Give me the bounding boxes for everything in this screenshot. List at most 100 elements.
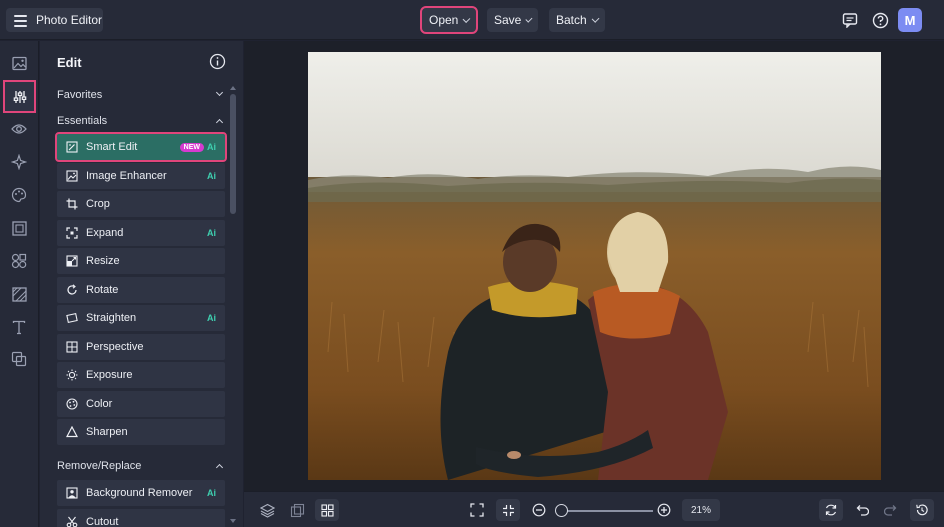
panel-scrollbar[interactable]	[230, 94, 236, 214]
chevron-down-icon	[525, 15, 533, 22]
undo-icon[interactable]	[850, 499, 872, 521]
sliders-icon[interactable]	[3, 80, 36, 113]
chevron-up-icon	[215, 118, 224, 127]
open-button[interactable]: Open	[420, 6, 478, 34]
batch-label: Batch	[556, 13, 587, 27]
batch-button[interactable]: Batch	[549, 8, 605, 32]
help-icon[interactable]	[869, 9, 891, 31]
cutout-icon	[66, 516, 78, 527]
history-button[interactable]	[910, 499, 934, 521]
tool-cutout[interactable]: Cutout	[57, 509, 225, 527]
chevron-down-icon	[462, 14, 471, 23]
palette-icon[interactable]	[8, 184, 30, 206]
overlay-icon[interactable]	[8, 348, 30, 370]
tool-label: Color	[86, 398, 113, 410]
tool-label: Exposure	[86, 369, 133, 381]
sparkle-icon[interactable]	[8, 151, 30, 173]
image-icon[interactable]	[8, 52, 30, 74]
tool-label: Rotate	[86, 284, 119, 296]
redo-icon[interactable]	[880, 499, 902, 521]
tool-crop[interactable]: Crop	[57, 191, 225, 217]
crop-icon	[66, 198, 78, 210]
remove-replace-label: Remove/Replace	[57, 460, 142, 472]
tool-smart-edit[interactable]: Smart Edit NEW Ai	[55, 132, 227, 162]
tool-label: Expand	[86, 227, 124, 239]
tool-exposure[interactable]: Exposure	[57, 362, 225, 388]
zoom-level-readout[interactable]: 21%	[682, 499, 720, 521]
tool-label: Crop	[86, 198, 110, 210]
save-button[interactable]: Save	[487, 8, 538, 32]
background-remover-icon	[66, 487, 78, 499]
tool-sharpen[interactable]: Sharpen	[57, 419, 225, 445]
ai-badge: Ai	[207, 313, 216, 323]
tool-label: Smart Edit	[86, 141, 138, 153]
tool-category-rail	[0, 41, 39, 527]
grid-icon	[320, 503, 334, 517]
history-icon	[916, 504, 928, 516]
tool-background-remover[interactable]: Background Remover Ai	[57, 480, 225, 506]
compare-icon[interactable]	[286, 499, 308, 521]
photo-canvas[interactable]	[308, 52, 881, 480]
chevron-down-icon	[215, 88, 224, 97]
bottom-toolbar: 21%	[244, 491, 944, 527]
tool-expand[interactable]: Expand Ai	[57, 220, 225, 246]
favorites-label: Favorites	[57, 89, 103, 101]
sharpen-icon	[66, 426, 78, 438]
layers-icon[interactable]	[256, 499, 278, 521]
tool-color[interactable]: Color	[57, 391, 225, 417]
zoom-slider-handle[interactable]	[555, 504, 568, 517]
tool-resize[interactable]: Resize	[57, 248, 225, 274]
tool-image-enhancer[interactable]: Image Enhancer Ai	[57, 163, 225, 189]
ai-badge: Ai	[207, 228, 216, 238]
text-icon[interactable]	[8, 316, 30, 338]
ai-badge: Ai	[207, 171, 216, 181]
texture-icon[interactable]	[8, 283, 30, 305]
photo-editor-app: Photo Editor Open Save Batch M Edit Favo…	[0, 0, 944, 527]
resize-icon	[66, 255, 78, 267]
tool-label: Image Enhancer	[86, 170, 167, 182]
edit-panel: Edit Favorites Essentials Smart Edit NEW…	[40, 41, 243, 527]
feedback-icon[interactable]	[839, 9, 861, 31]
tool-label: Background Remover	[86, 487, 193, 499]
straighten-icon	[66, 312, 78, 324]
eye-icon[interactable]	[8, 118, 30, 140]
info-icon[interactable]	[209, 53, 226, 70]
hamburger-icon	[14, 14, 28, 27]
zoom-slider-track[interactable]	[561, 510, 653, 512]
frame-icon[interactable]	[8, 217, 30, 239]
fit-to-screen-icon[interactable]	[466, 499, 488, 521]
scroll-up-arrow[interactable]	[230, 86, 236, 90]
avatar[interactable]: M	[898, 8, 922, 32]
tool-rotate[interactable]: Rotate	[57, 277, 225, 303]
tool-label: Cutout	[86, 516, 119, 527]
color-icon	[66, 398, 78, 410]
tool-label: Straighten	[86, 312, 137, 324]
tool-label: Perspective	[86, 341, 144, 353]
remove-replace-section-header[interactable]: Remove/Replace	[57, 460, 224, 472]
reset-button[interactable]	[819, 499, 843, 521]
app-menu-button[interactable]: Photo Editor	[6, 8, 103, 32]
grid-view-button[interactable]	[315, 499, 339, 521]
canvas-area	[244, 41, 944, 491]
expand-icon	[66, 227, 78, 239]
exposure-icon	[66, 369, 78, 381]
essentials-section-header[interactable]: Essentials	[57, 115, 224, 127]
perspective-icon	[66, 341, 78, 353]
new-badge: NEW	[179, 142, 204, 152]
tool-perspective[interactable]: Perspective	[57, 334, 225, 360]
ai-badge: Ai	[207, 488, 216, 498]
shapes-icon[interactable]	[8, 250, 30, 272]
enhancer-icon	[66, 170, 78, 182]
couple-in-field-photo	[308, 52, 881, 480]
top-bar: Photo Editor Open Save Batch M	[0, 0, 944, 40]
favorites-section-header[interactable]: Favorites	[57, 88, 224, 101]
scroll-down-arrow[interactable]	[230, 519, 236, 523]
zoom-in-icon[interactable]	[653, 499, 675, 521]
actual-size-button[interactable]	[496, 499, 520, 521]
tool-label: Sharpen	[86, 426, 128, 438]
tool-straighten[interactable]: Straighten Ai	[57, 305, 225, 331]
zoom-out-icon[interactable]	[528, 499, 550, 521]
rotate-icon	[66, 284, 78, 296]
tool-label: Resize	[86, 255, 120, 267]
refresh-icon	[825, 504, 837, 516]
